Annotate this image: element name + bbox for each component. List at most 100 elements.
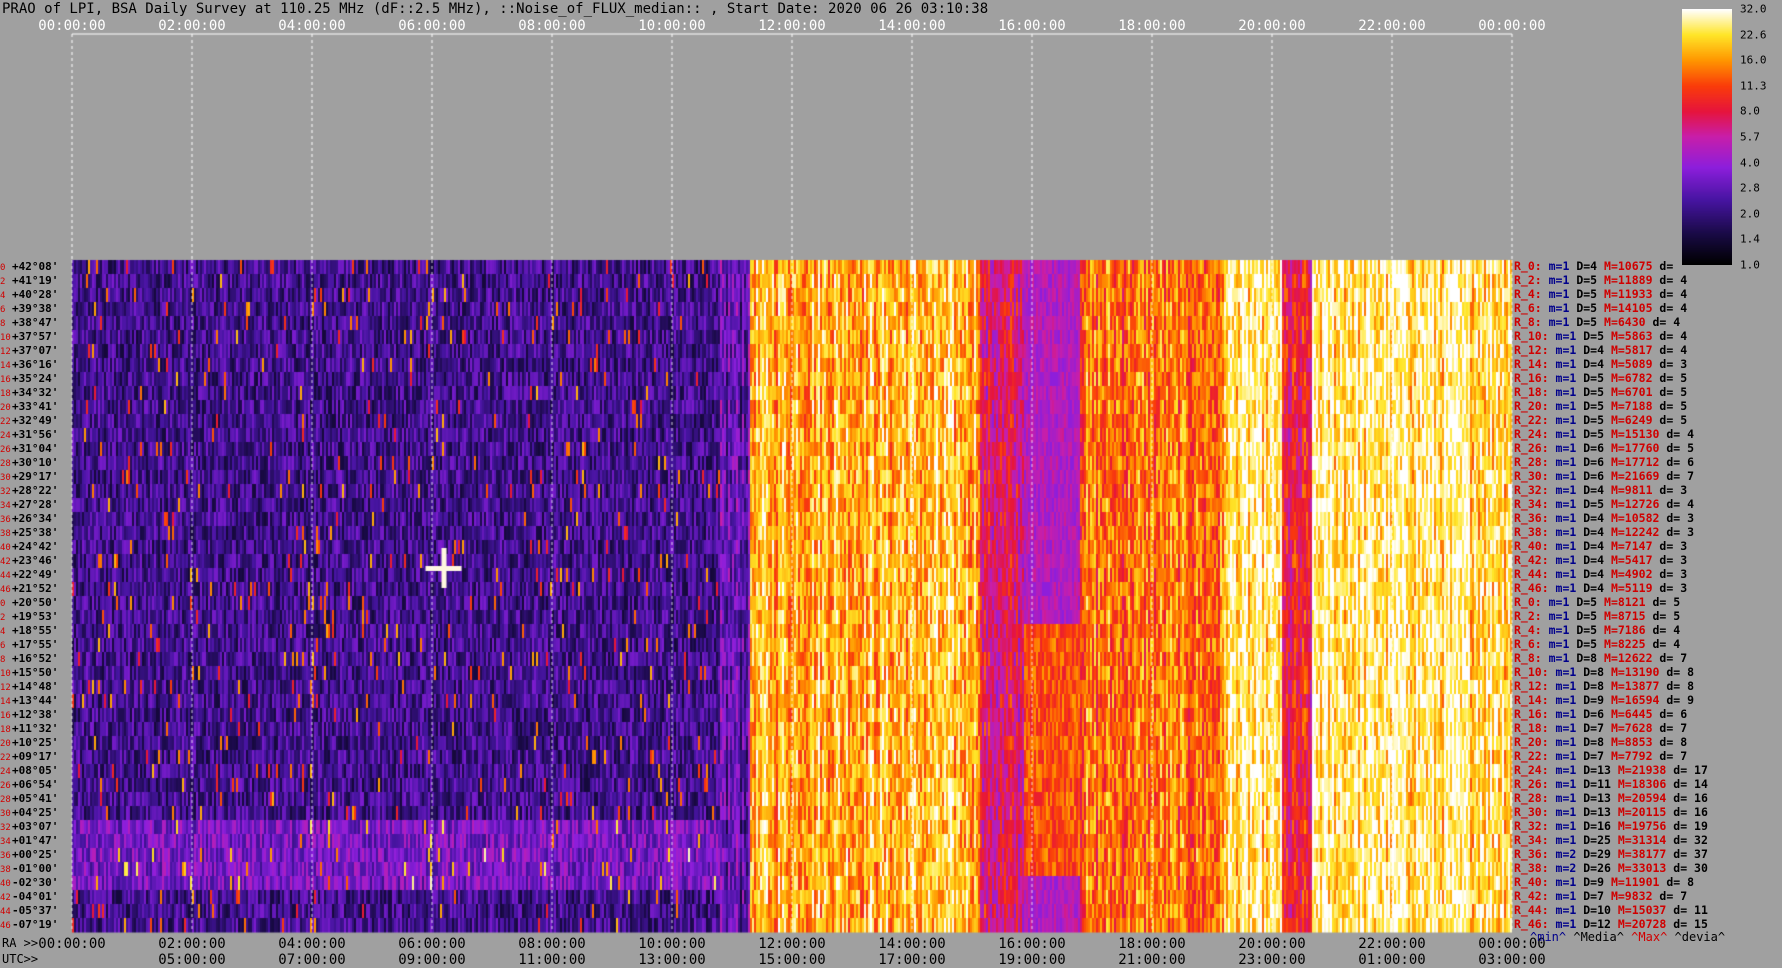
stat-r: R_30: (1514, 469, 1556, 483)
row-stat: R_38: m=1 D=4 M=12242 d= 3 (1514, 526, 1694, 539)
declination-value: +25°38' (12, 526, 59, 539)
dec-row-label: 38-01°00' (0, 862, 72, 877)
stat-max: M=7188 (1610, 399, 1660, 413)
dec-row-label: 40+24°42' (0, 540, 72, 555)
row-stat: R_22: m=1 D=7 M=7792 d= 7 (1514, 750, 1687, 763)
axis-tick-label: 15:00:00 (758, 952, 826, 968)
axis-tick-label: 12:00:00 (758, 18, 826, 34)
declination-value: +26°34' (12, 512, 59, 525)
axis-tick-label: 23:00:00 (1238, 952, 1306, 968)
declination-value: -05°37' (12, 904, 59, 917)
stat-delta: D=5 (1576, 637, 1605, 651)
stat-r: R_0: (1514, 259, 1549, 273)
stat-delta: D=29 (1583, 847, 1618, 861)
stat-max: M=10675 (1604, 259, 1660, 273)
stat-m: m=1 (1555, 441, 1584, 455)
stat-d: d= 7 (1659, 651, 1688, 665)
stat-max: M=7792 (1610, 749, 1660, 763)
dec-row-label: 34+27°28' (0, 498, 72, 513)
stat-r: R_40: (1514, 539, 1556, 553)
colorbar-tick: 8.0 (1740, 104, 1760, 118)
stat-r: R_30: (1514, 805, 1556, 819)
stat-r: R_42: (1514, 889, 1556, 903)
colorbar (1682, 9, 1732, 265)
declination-value: +23°46' (12, 554, 59, 567)
row-stat: R_40: m=1 D=9 M=11901 d= 8 (1514, 876, 1694, 889)
axis-tick-label: 07:00:00 (278, 952, 346, 968)
stat-r: R_42: (1514, 553, 1556, 567)
stat-delta: D=12 (1583, 917, 1618, 931)
declination-value: +33°41' (12, 400, 59, 413)
dec-row-label: 18+11°32' (0, 722, 72, 737)
axis-tick-label: 19:00:00 (998, 952, 1066, 968)
stat-max: M=38177 (1617, 847, 1674, 861)
declination-value: +34°32' (12, 386, 59, 399)
stat-max: M=7147 (1610, 539, 1660, 553)
dec-row-label: 26+31°04' (0, 442, 72, 457)
dec-row-label: 22+32°49' (0, 414, 72, 429)
stat-d: d= 6 (1666, 455, 1695, 469)
stat-m: m=1 (1555, 917, 1584, 931)
row-stat: R_8: m=1 D=8 M=12622 d= 7 (1514, 652, 1687, 665)
stat-max: M=9832 (1610, 889, 1660, 903)
declination-value: +31°56' (12, 428, 59, 441)
stat-delta: D=4 (1583, 483, 1611, 497)
declination-value: +15°50' (12, 666, 59, 679)
colorbar-tick: 32.0 (1740, 2, 1767, 16)
colorbar-tick: 11.3 (1740, 79, 1767, 93)
declination-value: +14°48' (12, 680, 59, 693)
stat-d: d= 4 (1666, 497, 1695, 511)
stat-d: d= 8 (1659, 735, 1688, 749)
row-stat: R_2: m=1 D=5 M=8715 d= 5 (1514, 610, 1680, 623)
row-stat: R_18: m=1 D=5 M=6701 d= 5 (1514, 386, 1687, 399)
axis-tick-label: 18:00:00 (1118, 18, 1186, 34)
dec-row-label: 38+25°38' (0, 526, 72, 541)
stat-m: m=1 (1555, 399, 1584, 413)
stat-r: R_4: (1514, 623, 1549, 637)
stat-max: M=31314 (1617, 833, 1674, 847)
stat-delta: D=4 (1583, 567, 1611, 581)
stat-delta: D=4 (1576, 259, 1605, 273)
axis-tick-label: 22:00:00 (1358, 18, 1426, 34)
stat-delta: D=6 (1583, 455, 1611, 469)
row-stat: R_6: m=1 D=5 M=14105 d= 4 (1514, 302, 1687, 315)
row-stat: R_30: m=1 D=6 M=21669 d= 7 (1514, 470, 1694, 483)
declination-value: +12°38' (12, 708, 59, 721)
row-stat: R_34: m=1 D=5 M=12726 d= 4 (1514, 498, 1694, 511)
row-stat: R_26: m=1 D=11 M=18306 d= 14 (1514, 778, 1708, 791)
stat-r: R_36: (1514, 511, 1556, 525)
declination-value: +04°25' (12, 806, 59, 819)
stat-d: d= 8 (1666, 679, 1695, 693)
stat-d: d= 4 (1659, 343, 1688, 357)
axis-tick-label: 06:00:00 (398, 936, 466, 952)
dec-row-label: 14+13°44' (0, 694, 72, 709)
axis-tick-label: 08:00:00 (518, 18, 586, 34)
stat-delta: D=5 (1583, 385, 1611, 399)
axis-tick-label: 11:00:00 (518, 952, 586, 968)
stat-r: R_26: (1514, 777, 1556, 791)
axis-tick-label: 00:00:00 (1478, 18, 1546, 34)
dec-row-label: 20+10°25' (0, 736, 72, 751)
stat-r: R_2: (1514, 609, 1549, 623)
dec-row-label: 4 +40°28' (0, 288, 72, 303)
stat-m: m=2 (1555, 847, 1584, 861)
declination-value: +06°54' (12, 778, 59, 791)
stat-delta: D=5 (1583, 371, 1611, 385)
stat-m: m=1 (1555, 679, 1584, 693)
stat-delta: D=4 (1583, 525, 1611, 539)
stat-r: R_10: (1514, 665, 1556, 679)
axis-tick-label: 05:00:00 (158, 952, 226, 968)
stat-m: m=1 (1555, 707, 1584, 721)
row-stat: R_38: m=2 D=26 M=33013 d= 30 (1514, 862, 1708, 875)
stat-max: M=5817 (1610, 343, 1660, 357)
legend-devia: ^devia^ (1674, 930, 1726, 944)
stat-r: R_20: (1514, 399, 1556, 413)
stat-m: m=1 (1555, 693, 1584, 707)
stat-m: m=1 (1548, 609, 1577, 623)
axis-tick-label: 09:00:00 (398, 952, 466, 968)
stat-m: m=1 (1555, 553, 1584, 567)
colorbar-tick: 2.8 (1740, 181, 1760, 195)
stat-max: M=6782 (1610, 371, 1660, 385)
dec-row-label: 4 +18°55' (0, 624, 72, 639)
stat-delta: D=5 (1576, 609, 1605, 623)
